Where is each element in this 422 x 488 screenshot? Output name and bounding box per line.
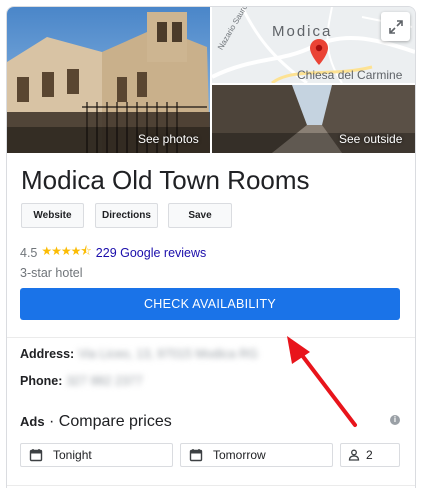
guests-value: 2 xyxy=(366,448,373,462)
phone-label: Phone: xyxy=(20,374,63,388)
expand-icon xyxy=(388,19,403,34)
divider xyxy=(7,337,415,338)
info-icon[interactable]: i xyxy=(390,415,400,425)
calendar-icon xyxy=(29,449,43,462)
expand-map-button[interactable] xyxy=(381,12,410,41)
person-icon xyxy=(348,449,360,461)
compare-prices-title: Compare prices xyxy=(58,413,172,430)
rating-value: 4.5 xyxy=(20,245,38,260)
hotel-class: 3-star hotel xyxy=(20,266,83,280)
see-photos-label[interactable]: See photos xyxy=(138,132,199,146)
compare-prices-heading: Ads · Compare prices xyxy=(20,413,172,431)
checkin-date-picker[interactable]: Tonight xyxy=(20,443,173,467)
checkin-value: Tonight xyxy=(53,448,92,462)
directions-button[interactable]: Directions xyxy=(95,203,158,228)
check-availability-button[interactable]: CHECK AVAILABILITY xyxy=(20,288,400,320)
checkout-date-picker[interactable]: Tomorrow xyxy=(180,443,333,467)
checkout-value: Tomorrow xyxy=(213,448,266,462)
phone-value[interactable]: 327 882 2377 xyxy=(66,374,142,388)
main-photo[interactable]: See photos xyxy=(7,7,210,153)
hotel-knowledge-panel: See photos Nazario Sauro Modica Chiesa d… xyxy=(6,6,416,488)
street-view-photo[interactable]: See outside xyxy=(212,85,415,153)
google-reviews-link[interactable]: 229 Google reviews xyxy=(96,246,206,260)
ads-label: Ads xyxy=(20,414,45,429)
divider xyxy=(7,485,415,486)
website-button[interactable]: Website xyxy=(21,203,84,228)
address-value[interactable]: Via Liceo, 13, 97015 Modica RG xyxy=(78,347,258,361)
phone-row: Phone: 327 882 2377 xyxy=(20,374,143,388)
address-row: Address: Via Liceo, 13, 97015 Modica RG xyxy=(20,347,258,361)
rating-row: 4.5 ★★★★⯪ 229 Google reviews xyxy=(20,242,206,263)
guests-selector[interactable]: 2 xyxy=(340,443,400,467)
address-label: Address: xyxy=(20,347,75,361)
map-city-label: Modica xyxy=(272,23,333,40)
photo-gallery: See photos Nazario Sauro Modica Chiesa d… xyxy=(7,7,415,153)
map-pin-icon xyxy=(310,39,328,65)
ads-separator: · xyxy=(44,413,59,430)
save-button[interactable]: Save xyxy=(168,203,232,228)
see-outside-label[interactable]: See outside xyxy=(339,132,402,146)
calendar-icon xyxy=(189,449,203,462)
star-rating-icon: ★★★★⯪ xyxy=(41,244,91,258)
hotel-name: Modica Old Town Rooms xyxy=(21,165,310,195)
map-place-label: Chiesa del Carmine xyxy=(297,68,403,82)
location-map[interactable]: Nazario Sauro Modica Chiesa del Carmine xyxy=(212,7,415,83)
